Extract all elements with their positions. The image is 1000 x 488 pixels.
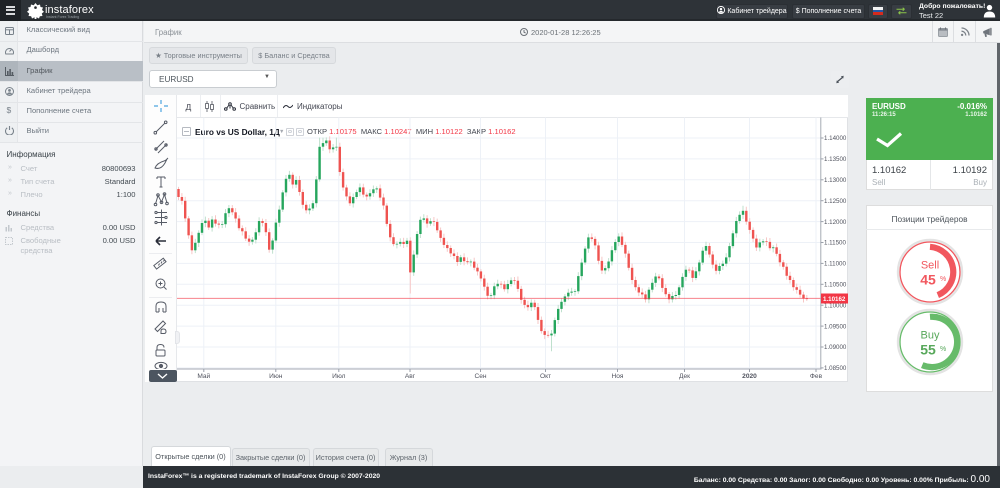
- svg-text:1.11000: 1.11000: [824, 261, 846, 268]
- svg-text:Sell: Sell: [921, 260, 939, 272]
- svg-text:1.12000: 1.12000: [824, 219, 847, 226]
- svg-text:%: %: [940, 276, 946, 283]
- svg-text:1.10500: 1.10500: [824, 282, 847, 289]
- svg-text:2020: 2020: [742, 373, 757, 380]
- svg-text:Buy: Buy: [921, 330, 940, 342]
- svg-text:1.12500: 1.12500: [824, 198, 847, 205]
- svg-text:Июн: Июн: [269, 373, 283, 380]
- svg-text:Дек: Дек: [678, 373, 689, 380]
- svg-text:45: 45: [920, 272, 936, 288]
- svg-text:Июл: Июл: [332, 373, 346, 380]
- svg-text:Май: Май: [197, 372, 210, 380]
- svg-text:1.09500: 1.09500: [824, 323, 847, 330]
- svg-text:Авг: Авг: [404, 373, 415, 380]
- svg-text:1.11500: 1.11500: [824, 240, 846, 247]
- svg-text:1.10162: 1.10162: [823, 296, 846, 303]
- svg-text:55: 55: [920, 342, 936, 358]
- svg-text:1.09000: 1.09000: [824, 344, 847, 351]
- svg-text:%: %: [940, 346, 946, 353]
- svg-text:1.13500: 1.13500: [824, 156, 847, 163]
- svg-text:1.14000: 1.14000: [824, 135, 847, 142]
- svg-text:Фев: Фев: [809, 373, 822, 380]
- svg-text:1.08500: 1.08500: [824, 365, 847, 372]
- svg-text:1.13000: 1.13000: [824, 177, 847, 184]
- svg-text:Ноя: Ноя: [611, 373, 623, 380]
- svg-text:Сен: Сен: [474, 373, 486, 380]
- svg-text:Окт: Окт: [539, 373, 550, 380]
